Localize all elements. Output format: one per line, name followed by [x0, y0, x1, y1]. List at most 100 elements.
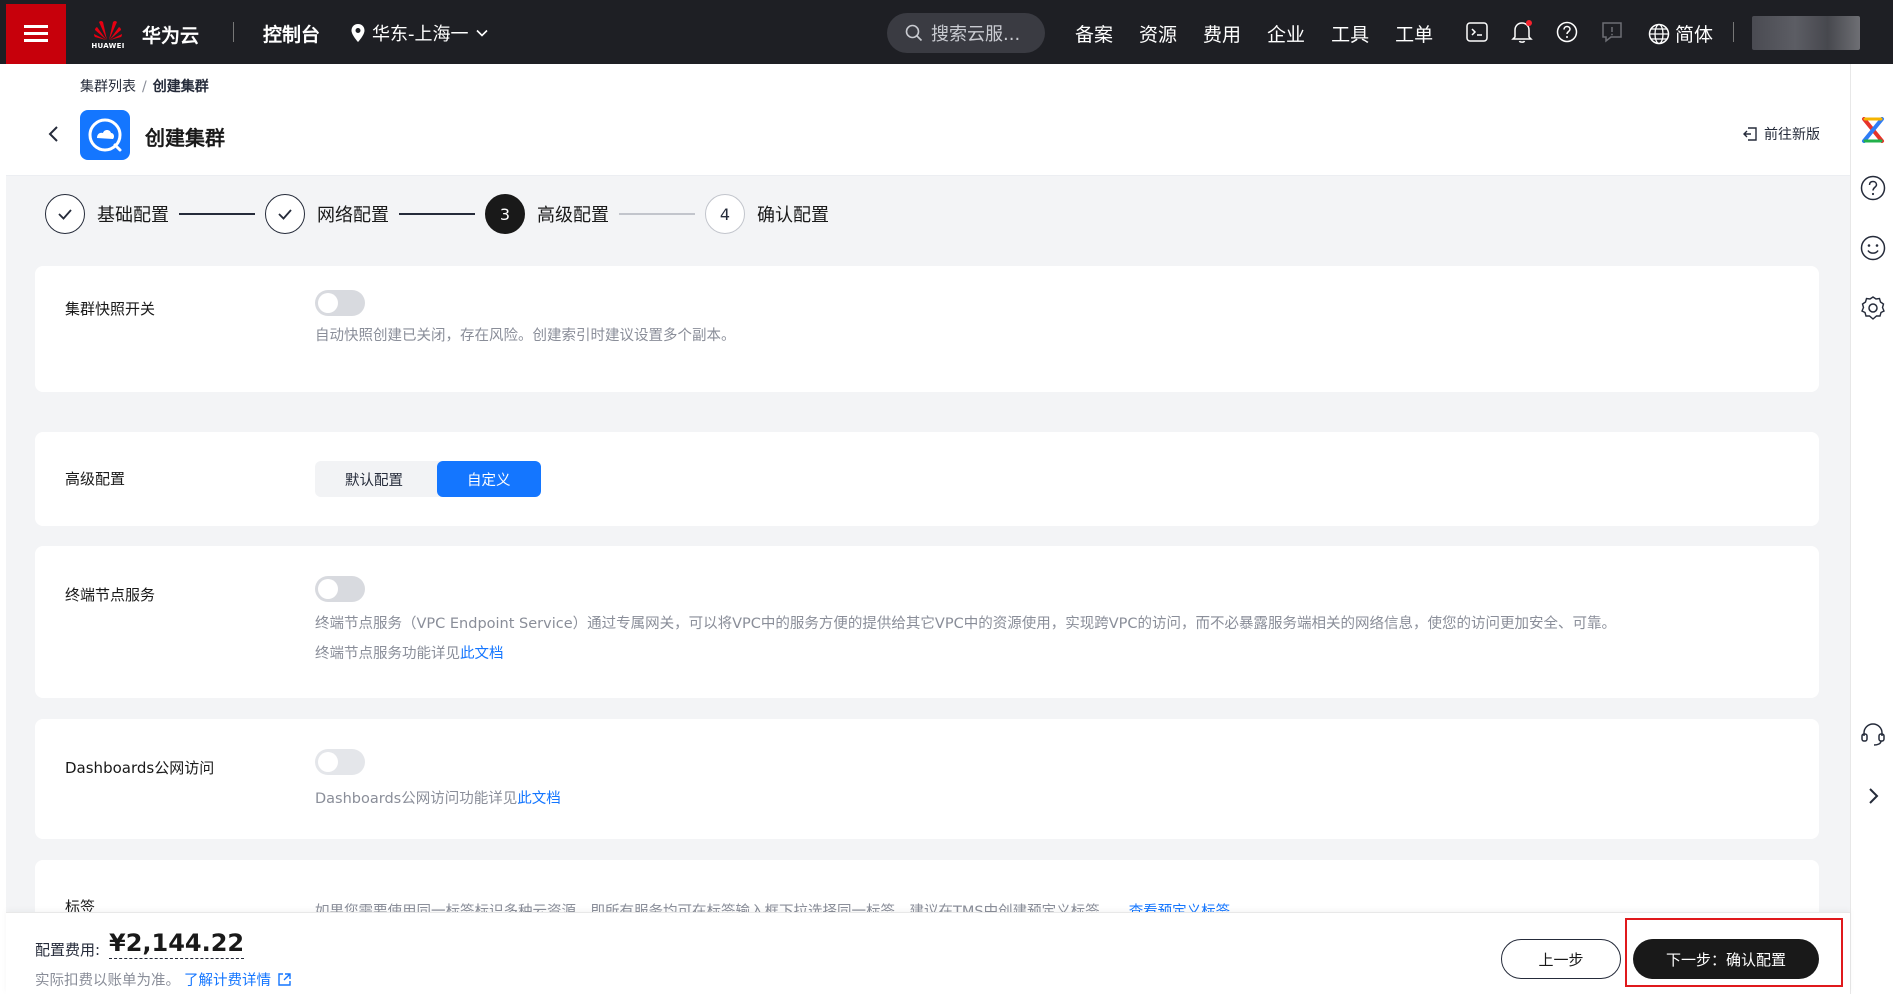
- account-avatar[interactable]: [1752, 16, 1860, 50]
- tags-label: 标签: [65, 898, 96, 912]
- hamburger-icon: [24, 25, 48, 43]
- fee-value[interactable]: ¥2,144.22: [109, 929, 245, 959]
- snapshot-description: 自动快照创建已关闭，存在风险。创建索引时建议设置多个副本。: [315, 328, 736, 344]
- brand-name: 华为云: [142, 24, 200, 47]
- help-circle-icon[interactable]: [1859, 174, 1887, 202]
- doc-prefix: 终端节点服务功能详见: [315, 646, 460, 662]
- search-placeholder: 搜索云服...: [931, 24, 1021, 45]
- step-label: 网络配置: [317, 205, 389, 226]
- console-link[interactable]: 控制台: [263, 20, 320, 47]
- dashboards-public-toggle[interactable]: [315, 749, 365, 775]
- tags-description: 如果您需要使用同一标签标识多种云资源，即所有服务均可在标签输入框下拉选择同一标签…: [315, 900, 1230, 912]
- step-label: 确认配置: [757, 205, 829, 226]
- vpc-endpoint-toggle[interactable]: [315, 576, 365, 602]
- option-custom[interactable]: 自定义: [437, 461, 541, 497]
- nav-billing[interactable]: 费用: [1203, 20, 1241, 47]
- region-selector[interactable]: 华东-上海一: [350, 20, 489, 46]
- view-predefined-tags-link[interactable]: 查看预定义标签: [1129, 904, 1231, 912]
- nav-enterprise[interactable]: 企业: [1267, 20, 1305, 47]
- next-step-confirm-button[interactable]: 下一步：确认配置: [1633, 939, 1819, 979]
- main-content: 基础配置 网络配置 3 高级配置 4 确认配置 集群快照开关 自动快照创建已关闭…: [6, 176, 1850, 912]
- step-confirm-config: 4 确认配置: [705, 194, 829, 234]
- dashboards-doc: Dashboards公网访问功能详见此文档: [315, 787, 561, 808]
- top-navigation-bar: HUAWEI 华为云 控制台 华东-上海一 搜索云服... 备案 资源 费用 企…: [0, 0, 1893, 64]
- smile-feedback-icon[interactable]: [1859, 234, 1887, 262]
- huawei-flower-icon: [94, 20, 122, 40]
- step-number: 4: [705, 194, 745, 234]
- billing-details-link[interactable]: 了解计费详情: [184, 969, 292, 990]
- check-icon: [58, 209, 72, 220]
- vpc-endpoint-label: 终端节点服务: [65, 586, 156, 604]
- help-icon[interactable]: [1555, 20, 1579, 44]
- nav-tickets[interactable]: 工单: [1395, 20, 1433, 47]
- tags-desc-text: 如果您需要使用同一标签标识多种云资源，即所有服务均可在标签输入框下拉选择同一标签…: [315, 904, 1115, 912]
- globe-icon: [1648, 23, 1670, 44]
- search-input[interactable]: 搜索云服...: [887, 13, 1045, 53]
- nav-tools[interactable]: 工具: [1331, 20, 1369, 47]
- fee-note-text: 实际扣费以账单为准。: [35, 973, 180, 989]
- footer-bar: 配置费用: ¥2,144.22 实际扣费以账单为准。 了解计费详情 上一步 下一…: [6, 912, 1850, 994]
- step-basic-config: 基础配置: [45, 194, 169, 234]
- page-title: 创建集群: [145, 126, 225, 150]
- customer-service-headset-icon[interactable]: [1859, 720, 1887, 748]
- divider: [1733, 22, 1734, 42]
- step-connector: [179, 213, 255, 215]
- dashboards-doc-link[interactable]: 此文档: [517, 791, 561, 807]
- x-logo-icon[interactable]: [1859, 116, 1887, 144]
- step-label: 基础配置: [97, 205, 169, 226]
- advanced-config-segmented: 默认配置 自定义: [315, 461, 541, 497]
- brand[interactable]: HUAWEI 华为云: [90, 14, 199, 54]
- snapshot-card: 集群快照开关 自动快照创建已关闭，存在风险。创建索引时建议设置多个副本。: [35, 266, 1819, 392]
- step-label: 高级配置: [537, 205, 609, 226]
- chevron-down-icon: [475, 29, 488, 37]
- language-selector[interactable]: 简体: [1648, 20, 1713, 47]
- expand-chevron-right-icon[interactable]: [1859, 782, 1887, 810]
- divider: [233, 22, 234, 42]
- check-icon: [278, 209, 292, 220]
- step-done-check: [265, 194, 305, 234]
- doc-prefix: Dashboards公网访问功能详见: [315, 791, 518, 807]
- top-nav-links: 备案 资源 费用 企业 工具 工单: [1075, 20, 1433, 47]
- advanced-config-card: 高级配置 默认配置 自定义: [35, 432, 1819, 526]
- fee-note: 实际扣费以账单为准。 了解计费详情: [35, 969, 292, 990]
- exit-new-version-icon: [1743, 127, 1757, 141]
- region-label: 华东-上海一: [372, 24, 469, 45]
- page-header: 集群列表 / 创建集群 创建集群 前往新版: [6, 64, 1850, 176]
- breadcrumb-separator: /: [142, 79, 147, 95]
- previous-step-button[interactable]: 上一步: [1501, 939, 1621, 979]
- vpc-endpoint-card: 终端节点服务 终端节点服务（VPC Endpoint Service）通过专属网…: [35, 546, 1819, 698]
- location-pin-icon: [351, 24, 365, 42]
- language-label: 简体: [1675, 24, 1714, 46]
- new-version-label: 前往新版: [1764, 127, 1820, 143]
- tags-card: 标签 如果您需要使用同一标签标识多种云资源，即所有服务均可在标签输入框下拉选择同…: [35, 860, 1819, 912]
- notification-bell-icon[interactable]: [1510, 20, 1534, 44]
- right-tool-rail: [1850, 64, 1893, 994]
- nav-resources[interactable]: 资源: [1139, 20, 1177, 47]
- billing-details-label: 了解计费详情: [184, 973, 271, 989]
- breadcrumb-current: 创建集群: [152, 79, 209, 95]
- breadcrumb: 集群列表 / 创建集群: [80, 76, 209, 96]
- main-menu-button[interactable]: [6, 4, 66, 64]
- step-advanced-config: 3 高级配置: [485, 194, 609, 234]
- option-default-config[interactable]: 默认配置: [315, 461, 433, 497]
- dashboards-label: Dashboards公网访问: [65, 759, 215, 777]
- nav-beian[interactable]: 备案: [1075, 20, 1113, 47]
- search-icon: [905, 24, 923, 42]
- dashboards-card: Dashboards公网访问 Dashboards公网访问功能详见此文档: [35, 719, 1819, 839]
- huawei-logo: HUAWEI: [90, 16, 126, 52]
- top-icons: [1465, 20, 1624, 44]
- snapshot-toggle[interactable]: [315, 290, 365, 316]
- back-button[interactable]: [42, 122, 66, 146]
- new-version-link[interactable]: 前往新版: [1742, 124, 1820, 144]
- vpc-endpoint-description: 终端节点服务（VPC Endpoint Service）通过专属网关，可以将VP…: [315, 616, 1616, 632]
- step-done-check: [45, 194, 85, 234]
- vpc-endpoint-doc-link[interactable]: 此文档: [460, 646, 504, 662]
- breadcrumb-cluster-list[interactable]: 集群列表: [80, 79, 136, 95]
- chevron-left-icon: [48, 126, 58, 142]
- step-network-config: 网络配置: [265, 194, 389, 234]
- step-connector: [399, 213, 475, 215]
- feedback-icon[interactable]: [1600, 20, 1624, 44]
- settings-gear-icon[interactable]: [1859, 294, 1887, 322]
- step-connector: [619, 213, 695, 215]
- cloud-shell-icon[interactable]: [1465, 20, 1489, 44]
